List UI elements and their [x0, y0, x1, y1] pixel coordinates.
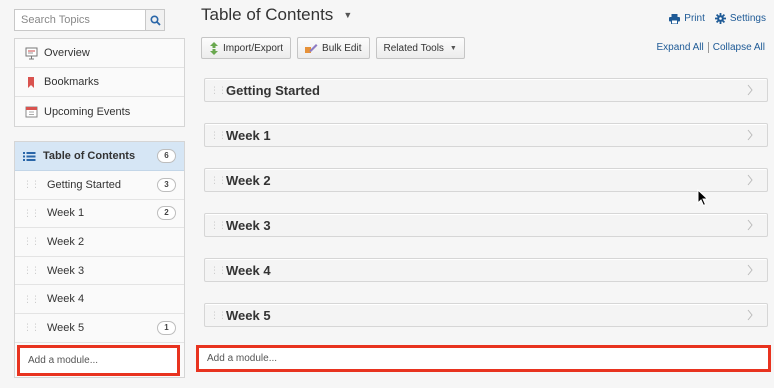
module-title: Week 3 — [226, 217, 271, 233]
sidebar-item-label: Week 3 — [47, 264, 85, 277]
module-week-3[interactable]: ⋮⋮ Week 3 — [204, 213, 768, 237]
module-list: ⋮⋮ Getting Started ⋮⋮ Week 1 ⋮⋮ Week 2 ⋮… — [204, 78, 768, 348]
drag-handle-icon[interactable]: ⋮⋮ — [23, 180, 40, 189]
search-button[interactable] — [145, 9, 165, 31]
related-tools-dropdown[interactable]: Related Tools ▼ — [375, 37, 465, 59]
sidebar-item-overview[interactable]: Overview — [15, 39, 184, 68]
expand-collapse-links: Expand All Collapse All — [656, 42, 765, 53]
main-content: Table of Contents ▼ Print Settings Impor… — [196, 0, 774, 388]
chevron-right-icon[interactable] — [747, 84, 753, 96]
sidebar-item-week-3[interactable]: ⋮⋮ Week 3 — [15, 257, 184, 286]
list-icon — [23, 149, 37, 163]
import-export-icon — [210, 41, 218, 55]
module-week-5[interactable]: ⋮⋮ Week 5 — [204, 303, 768, 327]
sidebar-nav: Overview Bookmarks Upcoming Events — [14, 38, 185, 127]
sidebar-item-upcoming-events[interactable]: Upcoming Events — [15, 97, 184, 126]
page-title: Table of Contents ▼ — [201, 5, 352, 25]
overview-icon — [24, 46, 38, 60]
sidebar-item-label: Upcoming Events — [44, 105, 131, 118]
toc-header-label: Table of Contents — [43, 150, 136, 162]
sidebar-item-table-of-contents[interactable]: Table of Contents 6 — [15, 142, 184, 171]
module-title: Week 4 — [226, 262, 271, 278]
module-week-4[interactable]: ⋮⋮ Week 4 — [204, 258, 768, 282]
drag-handle-icon[interactable]: ⋮⋮ — [23, 323, 40, 332]
sidebar-add-module-input[interactable] — [17, 345, 180, 376]
sidebar-item-week-4[interactable]: ⋮⋮ Week 4 — [15, 285, 184, 314]
bulk-edit-button[interactable]: Bulk Edit — [297, 37, 370, 59]
gear-icon — [714, 13, 726, 24]
chevron-right-icon[interactable] — [747, 264, 753, 276]
sidebar-item-week-1[interactable]: ⋮⋮ Week 1 2 — [15, 200, 184, 229]
printer-icon — [669, 13, 681, 24]
bulk-edit-icon — [305, 43, 318, 53]
toc-nav: Table of Contents 6 ⋮⋮ Getting Started 3… — [14, 141, 185, 378]
search-input[interactable] — [14, 9, 145, 31]
drag-handle-icon[interactable]: ⋮⋮ — [210, 85, 227, 95]
collapse-all-link[interactable]: Collapse All — [713, 42, 765, 53]
sidebar-item-label: Week 5 — [47, 321, 85, 334]
count-badge: 3 — [157, 177, 176, 192]
sidebar-item-label: Week 1 — [47, 207, 85, 220]
module-week-2[interactable]: ⋮⋮ Week 2 — [204, 168, 768, 192]
module-title: Getting Started — [226, 82, 320, 98]
toolbar: Import/Export Bulk Edit Related Tools ▼ — [201, 37, 471, 59]
chevron-down-icon[interactable]: ▼ — [343, 10, 352, 20]
drag-handle-icon[interactable]: ⋮⋮ — [23, 266, 40, 275]
link-separator — [707, 42, 709, 53]
drag-handle-icon[interactable]: ⋮⋮ — [210, 265, 227, 275]
count-badge: 6 — [157, 149, 176, 163]
settings-link[interactable]: Settings — [714, 13, 766, 24]
module-title: Week 2 — [226, 172, 271, 188]
mouse-cursor-icon — [697, 189, 709, 207]
chevron-right-icon[interactable] — [747, 219, 753, 231]
count-badge: 1 — [157, 320, 176, 335]
calendar-icon — [24, 105, 38, 119]
sidebar: Overview Bookmarks Upcoming Events Table… — [0, 0, 196, 388]
chevron-right-icon[interactable] — [747, 309, 753, 321]
sidebar-item-week-2[interactable]: ⋮⋮ Week 2 — [15, 228, 184, 257]
sidebar-item-getting-started[interactable]: ⋮⋮ Getting Started 3 — [15, 171, 184, 200]
search-icon — [149, 14, 161, 26]
drag-handle-icon[interactable]: ⋮⋮ — [210, 310, 227, 320]
chevron-right-icon[interactable] — [747, 174, 753, 186]
module-title: Week 1 — [226, 127, 271, 143]
chevron-down-icon: ▼ — [449, 44, 457, 52]
print-link[interactable]: Print — [669, 13, 705, 24]
sidebar-item-bookmarks[interactable]: Bookmarks — [15, 68, 184, 97]
drag-handle-icon[interactable]: ⋮⋮ — [210, 175, 227, 185]
sidebar-item-label: Getting Started — [47, 178, 121, 191]
main-add-module-input[interactable] — [196, 345, 771, 372]
sidebar-item-label: Overview — [44, 47, 90, 59]
sidebar-item-week-5[interactable]: ⋮⋮ Week 5 1 — [15, 314, 184, 343]
sidebar-item-label: Week 2 — [47, 235, 85, 248]
drag-handle-icon[interactable]: ⋮⋮ — [23, 237, 40, 246]
chevron-right-icon[interactable] — [747, 129, 753, 141]
import-export-button[interactable]: Import/Export — [201, 37, 292, 59]
drag-handle-icon[interactable]: ⋮⋮ — [23, 294, 40, 304]
search-bar — [14, 9, 165, 31]
drag-handle-icon[interactable]: ⋮⋮ — [23, 208, 40, 218]
module-week-1[interactable]: ⋮⋮ Week 1 — [204, 123, 768, 147]
drag-handle-icon[interactable]: ⋮⋮ — [210, 220, 227, 230]
module-getting-started[interactable]: ⋮⋮ Getting Started — [204, 78, 768, 102]
page-title-text: Table of Contents — [201, 5, 334, 24]
sidebar-item-label: Week 4 — [47, 293, 85, 306]
sidebar-item-label: Bookmarks — [44, 76, 100, 88]
drag-handle-icon[interactable]: ⋮⋮ — [210, 130, 227, 140]
top-links: Print Settings — [659, 13, 766, 24]
count-badge: 2 — [157, 206, 176, 221]
bookmark-icon — [24, 75, 38, 89]
module-title: Week 5 — [226, 307, 271, 323]
expand-all-link[interactable]: Expand All — [656, 42, 703, 53]
